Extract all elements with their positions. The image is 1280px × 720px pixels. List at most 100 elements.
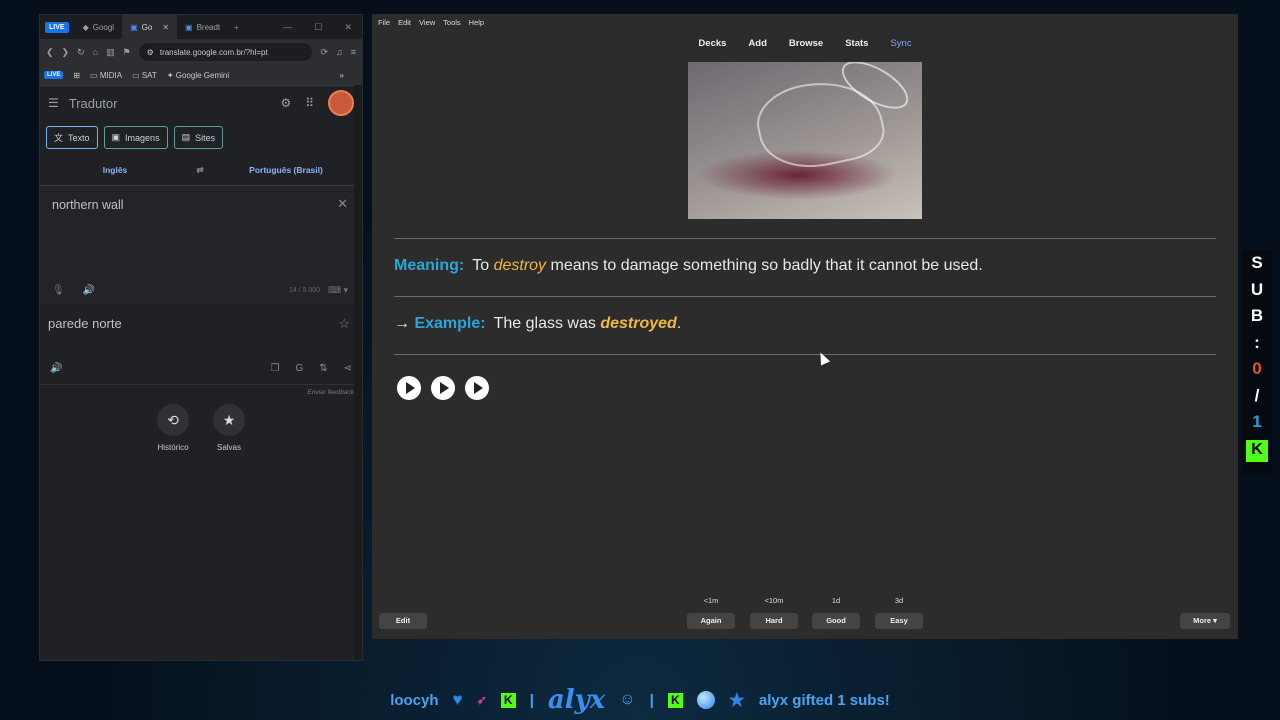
- forward-icon[interactable]: ❯: [62, 47, 70, 58]
- new-tab-button[interactable]: +: [234, 23, 239, 32]
- speaker-icon[interactable]: 🔊: [83, 285, 95, 296]
- heart-icon: ♥: [452, 690, 463, 709]
- star-icon: ★: [728, 689, 745, 710]
- browser-window: LIVE ◆ Googl ▣ Go ✕ ▣ Breadt + — ☐ ✕ ❮ ❯…: [39, 14, 363, 661]
- source-text[interactable]: northern wall: [52, 198, 124, 212]
- menu-file[interactable]: File: [378, 18, 390, 27]
- close-window-icon[interactable]: ✕: [344, 22, 352, 33]
- tab-label: Breadt: [196, 22, 221, 32]
- anki-window: File Edit View Tools Help Decks Add Brow…: [372, 14, 1238, 639]
- bookmarks-more[interactable]: »: [340, 71, 344, 80]
- tab-translate[interactable]: ▣ Go ✕: [122, 15, 178, 39]
- tab-google[interactable]: ◆ Googl: [75, 15, 123, 39]
- google-icon[interactable]: G: [295, 363, 303, 374]
- easy-button[interactable]: Easy: [875, 613, 923, 629]
- swap-languages-icon[interactable]: ⇄: [190, 165, 210, 176]
- mouse-cursor-icon: [815, 350, 831, 366]
- back-icon[interactable]: ❮: [46, 47, 54, 58]
- menu-view[interactable]: View: [419, 18, 435, 27]
- maximize-icon[interactable]: ☐: [314, 22, 322, 33]
- microphone-icon[interactable]: 🎙: [52, 285, 65, 296]
- translate-favicon-icon: ▣: [185, 22, 193, 32]
- menu-icon[interactable]: ≡: [351, 47, 356, 57]
- bookmark-live[interactable]: LIVE: [44, 71, 64, 79]
- ticker-username: loocyh: [390, 691, 439, 709]
- kick-logo-icon: K: [1246, 439, 1268, 462]
- edit-button[interactable]: Edit: [379, 613, 427, 629]
- separator: |: [649, 691, 654, 709]
- meaning-keyword: destroy: [493, 257, 547, 274]
- keyboard-icon[interactable]: ⌨ ▾: [328, 285, 348, 296]
- reload-icon[interactable]: ↻: [77, 47, 85, 58]
- site-info-icon[interactable]: ⚙: [147, 48, 154, 57]
- smiley-icon: ☺: [619, 691, 636, 708]
- menu-edit[interactable]: Edit: [398, 18, 411, 27]
- example-keyword: destroyed: [600, 315, 677, 332]
- saved-button[interactable]: ★ Salvas: [213, 404, 245, 452]
- rate-icon[interactable]: ⇅: [319, 363, 327, 374]
- avatar[interactable]: [328, 90, 354, 116]
- rocket-icon: ➶: [476, 693, 487, 707]
- bookmark-gemini[interactable]: ✦ Google Gemini: [167, 71, 229, 80]
- settings-gear-icon[interactable]: ⚙: [280, 96, 291, 110]
- source-text-box[interactable]: northern wall ✕ 🎙 🔊 14 / 5.000 ⌨ ▾: [40, 185, 362, 304]
- apps-grid-icon[interactable]: ⠿: [305, 96, 314, 110]
- meaning-label: Meaning:: [394, 257, 465, 274]
- stats-link[interactable]: Stats: [845, 38, 868, 49]
- menu-tools[interactable]: Tools: [443, 18, 461, 27]
- translate-favicon-icon: ▣: [130, 22, 138, 32]
- apps-grid-icon[interactable]: ⊞: [73, 71, 80, 80]
- sync-link[interactable]: Sync: [890, 38, 911, 49]
- again-button[interactable]: Again: [687, 613, 735, 629]
- google-favicon-icon: ◆: [82, 22, 89, 32]
- clear-text-icon[interactable]: ✕: [337, 196, 348, 212]
- bookmark-icon[interactable]: ⚑: [123, 47, 131, 58]
- send-feedback-link[interactable]: Enviar feedback: [40, 385, 362, 400]
- target-language[interactable]: Português (Brasil): [210, 165, 362, 175]
- star-icon: ★: [213, 404, 245, 436]
- decks-link[interactable]: Decks: [698, 38, 726, 49]
- hard-button[interactable]: Hard: [750, 613, 798, 629]
- example-pre: The glass was: [493, 315, 596, 332]
- split-view-icon[interactable]: ▥: [106, 47, 115, 58]
- play-audio-icon[interactable]: [465, 376, 489, 400]
- history-label: Histórico: [157, 443, 189, 452]
- history-button[interactable]: ⟲ Histórico: [157, 404, 189, 452]
- menu-help[interactable]: Help: [469, 18, 484, 27]
- hamburger-icon[interactable]: ☰: [48, 96, 59, 110]
- live-badge: LIVE: [45, 21, 69, 33]
- meaning-pre: To: [472, 257, 490, 274]
- tab-text[interactable]: 文 Texto: [46, 126, 98, 149]
- kick-logo-icon: K: [500, 692, 516, 708]
- source-language[interactable]: Inglês: [40, 165, 190, 175]
- minimize-icon[interactable]: —: [283, 22, 292, 33]
- again-interval: <1m: [703, 596, 719, 605]
- bookmark-midia[interactable]: ▭ MIDIA: [90, 71, 122, 80]
- music-icon[interactable]: ♫: [336, 47, 343, 57]
- save-star-icon[interactable]: ☆: [338, 316, 350, 332]
- divider: [394, 296, 1216, 297]
- play-audio-icon[interactable]: [431, 376, 455, 400]
- sub-letter: :: [1254, 332, 1260, 352]
- scrollbar[interactable]: [354, 85, 362, 660]
- address-bar[interactable]: ⚙ translate.google.com.br/?hl=pt: [138, 43, 313, 61]
- more-button[interactable]: More ▾: [1180, 613, 1230, 629]
- tab-breadth[interactable]: ▣ Breadt: [177, 15, 228, 39]
- meaning-line: Meaning: To destroy means to damage somet…: [394, 257, 983, 275]
- answer-bar: Edit <1m Again <10m Hard 1d Good 3d Easy…: [372, 589, 1238, 639]
- add-link[interactable]: Add: [748, 38, 766, 49]
- browse-link[interactable]: Browse: [789, 38, 823, 49]
- close-tab-icon[interactable]: ✕: [162, 23, 169, 32]
- tab-images[interactable]: ▣ Imagens: [103, 126, 168, 149]
- home-icon[interactable]: ⌂: [93, 47, 98, 57]
- share-icon[interactable]: ⋖: [344, 363, 352, 374]
- tab-sites[interactable]: ▤ Sites: [173, 126, 224, 149]
- play-audio-icon[interactable]: [397, 376, 421, 400]
- good-button[interactable]: Good: [812, 613, 860, 629]
- bookmarks-bar: LIVE ⊞ ▭ MIDIA ▭ SAT ✦ Google Gemini »: [40, 65, 362, 86]
- bookmark-sat[interactable]: ▭ SAT: [132, 71, 157, 80]
- speaker-icon[interactable]: 🔊: [50, 363, 62, 374]
- extensions-icon[interactable]: ⟳: [320, 47, 328, 58]
- brand-logo: alyx: [547, 685, 606, 715]
- copy-icon[interactable]: ❐: [270, 363, 279, 374]
